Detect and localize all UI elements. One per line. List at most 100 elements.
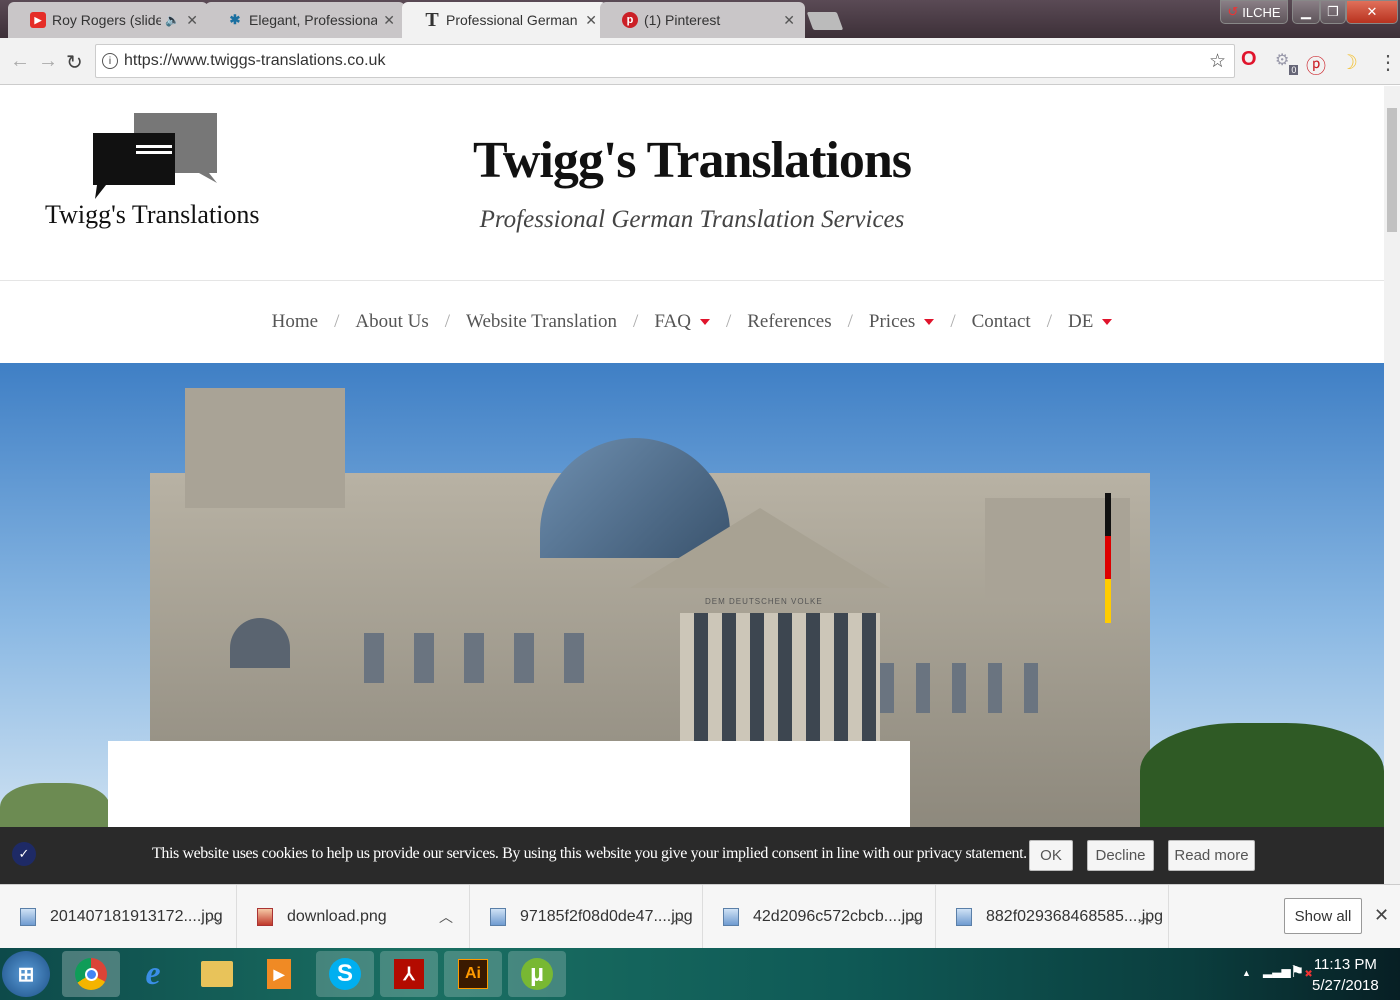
download-filename: 201407181913172....jpg: [50, 908, 223, 925]
nav-item-faq[interactable]: FAQ: [654, 311, 710, 333]
pinterest-icon: p: [622, 12, 638, 28]
nav-separator: /: [847, 311, 853, 332]
address-bar[interactable]: i https://www.twiggs-translations.co.uk …: [95, 44, 1235, 78]
tab-professional-german[interactable]: T Professional German Trar ✕: [402, 2, 607, 38]
folder-icon: [201, 961, 233, 987]
nav-label: Prices: [868, 311, 916, 332]
tab-title: Professional German Trar: [446, 12, 579, 28]
extension-icon[interactable]: ⚙0: [1275, 50, 1299, 75]
nav-item-prices[interactable]: Prices: [868, 311, 935, 333]
restore-button[interactable]: ❐: [1320, 0, 1346, 24]
clock-date: 5/27/2018: [1312, 977, 1379, 994]
taskbar-internet-explorer[interactable]: e: [124, 951, 182, 997]
glass-dome: [540, 438, 730, 558]
taskbar-utorrent[interactable]: µ: [508, 951, 566, 997]
close-downloads-icon[interactable]: ✕: [1374, 905, 1389, 926]
image-file-icon: [490, 908, 506, 926]
download-item[interactable]: 201407181913172....jpg ︿: [0, 885, 237, 949]
scrollbar-thumb[interactable]: [1387, 108, 1397, 232]
show-all-button[interactable]: Show all: [1284, 898, 1362, 934]
nav-item-references[interactable]: References: [747, 311, 831, 333]
audio-icon[interactable]: 🔈: [165, 13, 180, 27]
download-filename: 42d2096c572cbcb....jpg: [753, 908, 923, 925]
close-window-button[interactable]: ✕: [1346, 0, 1398, 24]
cookie-ok-button[interactable]: OK: [1029, 840, 1073, 871]
bookmark-star-icon[interactable]: ☆: [1209, 50, 1226, 73]
chevron-up-icon[interactable]: ︿: [439, 907, 453, 927]
download-item[interactable]: 42d2096c572cbcb....jpg ︿: [703, 885, 936, 949]
show-hidden-icons[interactable]: ▲: [1242, 968, 1251, 978]
tab-title: Elegant, Professional Log: [249, 12, 378, 28]
site-title: Twigg's Translations: [473, 132, 912, 189]
profile-button[interactable]: ↺ ILCHE: [1220, 0, 1288, 24]
chevron-up-icon[interactable]: ︿: [672, 907, 686, 927]
downloads-bar: 201407181913172....jpg ︿ download.png ︿ 97…: [0, 884, 1400, 949]
tab-elegant-logo[interactable]: ✱ Elegant, Professional Log ✕: [205, 2, 405, 38]
taskbar-media-player[interactable]: ▶: [250, 951, 308, 997]
nav-label: Home: [271, 311, 319, 332]
nav-item-website-translation[interactable]: Website Translation: [466, 311, 617, 333]
new-tab-button[interactable]: [806, 12, 844, 30]
download-filename: 882f029368468585....jpg: [986, 908, 1164, 925]
splat-icon: ✱: [229, 12, 241, 27]
action-center-flag-icon[interactable]: ⚑✖: [1290, 962, 1313, 982]
menu-icon[interactable]: ⋮: [1378, 50, 1398, 75]
tab-title: (1) Pinterest: [644, 12, 721, 28]
nav-item-de[interactable]: DE: [1068, 311, 1113, 333]
moon-extension-icon[interactable]: ☽: [1340, 50, 1358, 75]
image-file-icon: [20, 908, 36, 926]
network-signal-icon[interactable]: ▂▃▅: [1263, 964, 1291, 978]
minimize-button[interactable]: ▁: [1292, 0, 1320, 24]
taskbar-skype[interactable]: S: [316, 951, 374, 997]
nav-separator: /: [725, 311, 732, 332]
nav-item-home[interactable]: Home: [272, 311, 318, 333]
taskbar-chrome[interactable]: [62, 951, 120, 997]
nav-item-contact[interactable]: Contact: [972, 311, 1031, 333]
nav-separator: /: [950, 311, 956, 332]
taskbar-illustrator[interactable]: Ai: [444, 951, 502, 997]
caret-down-icon: [924, 319, 935, 325]
taskbar-file-explorer[interactable]: [188, 951, 246, 997]
nav-label: Website Translation: [466, 311, 618, 332]
tab-roy-rogers[interactable]: ▶ Roy Rogers (slide guit 🔈 ✕: [8, 2, 208, 38]
close-tab-icon[interactable]: ✕: [585, 12, 597, 29]
german-flag: [1105, 493, 1111, 623]
nav-item-about-us[interactable]: About Us: [355, 311, 428, 333]
download-item[interactable]: 882f029368468585....jpg ︿: [936, 885, 1169, 949]
browser-titlebar: ▶ Roy Rogers (slide guit 🔈 ✕ ✱ Elegant, …: [0, 0, 1400, 38]
close-tab-icon[interactable]: ✕: [186, 12, 198, 29]
system-clock[interactable]: 11:13 PM 5/27/2018: [1312, 954, 1379, 996]
nav-separator: /: [633, 311, 639, 332]
chevron-up-icon[interactable]: ︿: [905, 907, 919, 927]
close-tab-icon[interactable]: ✕: [383, 12, 395, 29]
windows-taskbar: ⊞ e ▶ S ⅄ Ai µ ▲ ▂▃▅ ⚑✖ 11:13 PM 5/27/201…: [0, 948, 1400, 1000]
chevron-up-icon[interactable]: ︿: [1138, 907, 1152, 927]
reload-icon[interactable]: ↻: [66, 50, 83, 75]
cookie-read-more-button[interactable]: Read more: [1168, 840, 1255, 871]
tab-pinterest[interactable]: p (1) Pinterest ✕: [600, 2, 805, 38]
forward-icon[interactable]: →: [38, 50, 58, 73]
download-item[interactable]: download.png ︿: [237, 885, 470, 949]
nav-separator: /: [444, 311, 451, 332]
browser-toolbar: ← → ↻ i https://www.twiggs-translations.…: [0, 38, 1400, 85]
content-box: [108, 741, 910, 831]
tab-title: Roy Rogers (slide guit: [52, 12, 162, 28]
download-item[interactable]: 97185f2f08d0de47....jpg ︿: [470, 885, 703, 949]
web-page: Twigg's Translations Twigg's Translation…: [0, 86, 1384, 884]
taskbar-acrobat[interactable]: ⅄: [380, 951, 438, 997]
start-button[interactable]: ⊞: [2, 951, 50, 997]
youtube-icon: ▶: [30, 12, 46, 28]
image-file-icon: [723, 908, 739, 926]
page-scrollbar[interactable]: [1384, 86, 1400, 884]
chevron-up-icon[interactable]: ︿: [206, 907, 220, 927]
back-icon[interactable]: ←: [10, 50, 30, 73]
cookie-decline-button[interactable]: Decline: [1087, 840, 1154, 871]
illustrator-icon: Ai: [458, 959, 488, 989]
pinterest-extension-icon[interactable]: ⓟ: [1306, 50, 1326, 79]
ie-icon: e: [145, 955, 161, 992]
opera-extension-icon[interactable]: O: [1241, 48, 1257, 71]
info-icon[interactable]: i: [102, 53, 118, 69]
caret-down-icon: [699, 319, 710, 325]
nav-separator: /: [1046, 311, 1052, 332]
close-tab-icon[interactable]: ✕: [783, 12, 795, 29]
